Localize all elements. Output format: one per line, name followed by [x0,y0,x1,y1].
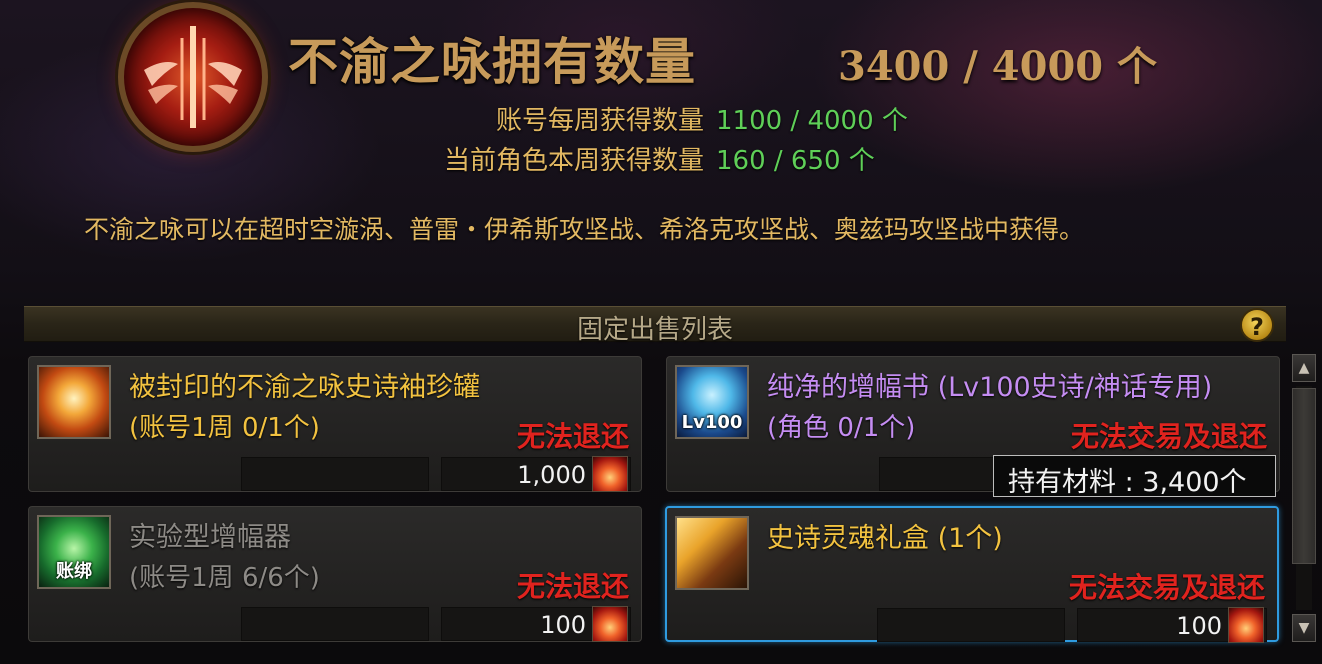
item-restriction: 无法交易及退还 [1068,571,1265,604]
item-price: 100 [1176,612,1222,640]
help-icon[interactable]: ? [1240,308,1274,342]
amplifier-icon: 账绑 [37,515,111,589]
unyielding-song-currency-icon [592,606,628,642]
empty-slot [241,607,429,641]
empty-slot [877,608,1065,642]
stat-value: 160 / 650 个 [716,146,875,176]
item-name: 纯净的增幅书 (Lv100史诗/神话专用) [767,372,1213,403]
stat-label: 账号每周获得数量 [495,106,704,136]
item-restriction: 无法交易及退还 [1070,420,1267,453]
shop-item-card-selected[interactable]: 史诗灵魂礼盒 (1个) 无法交易及退还 100 [665,506,1279,643]
unyielding-song-emblem-icon [118,2,268,152]
item-restriction: 无法退还 [516,570,629,603]
item-price: 100 [540,611,586,639]
unyielding-song-currency-icon [592,456,628,492]
fixed-sale-list-header: 固定出售列表 ? [24,306,1286,345]
item-purchase-limit: (角色 0/1个) [767,413,916,443]
icon-art [677,518,747,588]
scroll-thumb[interactable] [1292,388,1316,564]
emblem-glyph [144,26,242,128]
item-name: 被封印的不渝之咏史诗袖珍罐 [129,372,480,403]
shop-item-card[interactable]: 账绑 实验型增幅器 (账号1周 6/6个) 无法退还 100 [28,506,642,642]
item-purchase-limit: (账号1周 6/6个) [129,563,320,593]
item-list-scrollbar[interactable]: ▲ ▼ [1292,354,1316,642]
item-purchase-limit: (账号1周 0/1个) [129,413,320,443]
unyielding-song-currency-icon [1228,607,1264,643]
price-box: 100 [1077,607,1267,643]
scroll-down-icon[interactable]: ▼ [1292,614,1316,642]
weekly-account-stat: 账号每周获得数量 1100 / 4000 个 [404,100,908,137]
owned-count: 3400 / 4000 个 [838,43,1158,90]
item-name: 史诗灵魂礼盒 (1个) [767,523,1003,554]
empty-slot [241,457,429,491]
icon-art [39,367,109,437]
acquisition-description: 不渝之咏可以在超时空漩涡、普雷・伊希斯攻坚战、希洛克攻坚战、奥兹玛攻坚战中获得。 [84,215,1085,244]
list-title: 固定出售列表 [576,315,733,345]
stat-value: 1100 / 4000 个 [716,106,908,136]
scroll-up-icon[interactable]: ▲ [1292,354,1316,382]
price-box: 100 [441,606,631,642]
amplify-book-icon: Lv100 [675,365,749,439]
stat-label: 当前角色本周获得数量 [443,146,704,176]
item-restriction: 无法退还 [516,420,629,453]
currency-title: 不渝之咏拥有数量 [288,32,696,91]
icon-level-label: Lv100 [681,412,743,433]
owned-material-tooltip: 持有材料 : 3,400个 [993,455,1276,498]
soul-box-icon [675,516,749,590]
price-box: 1,000 [441,456,631,492]
account-bound-label: 账绑 [56,561,92,582]
shop-item-card[interactable]: 被封印的不渝之咏史诗袖珍罐 (账号1周 0/1个) 无法退还 1,000 [28,356,642,492]
scroll-track[interactable] [1292,386,1316,610]
epic-jar-icon [37,365,111,439]
weekly-character-stat: 当前角色本周获得数量 160 / 650 个 [404,140,875,177]
item-name: 实验型增幅器 [129,522,291,553]
item-price: 1,000 [517,461,586,489]
